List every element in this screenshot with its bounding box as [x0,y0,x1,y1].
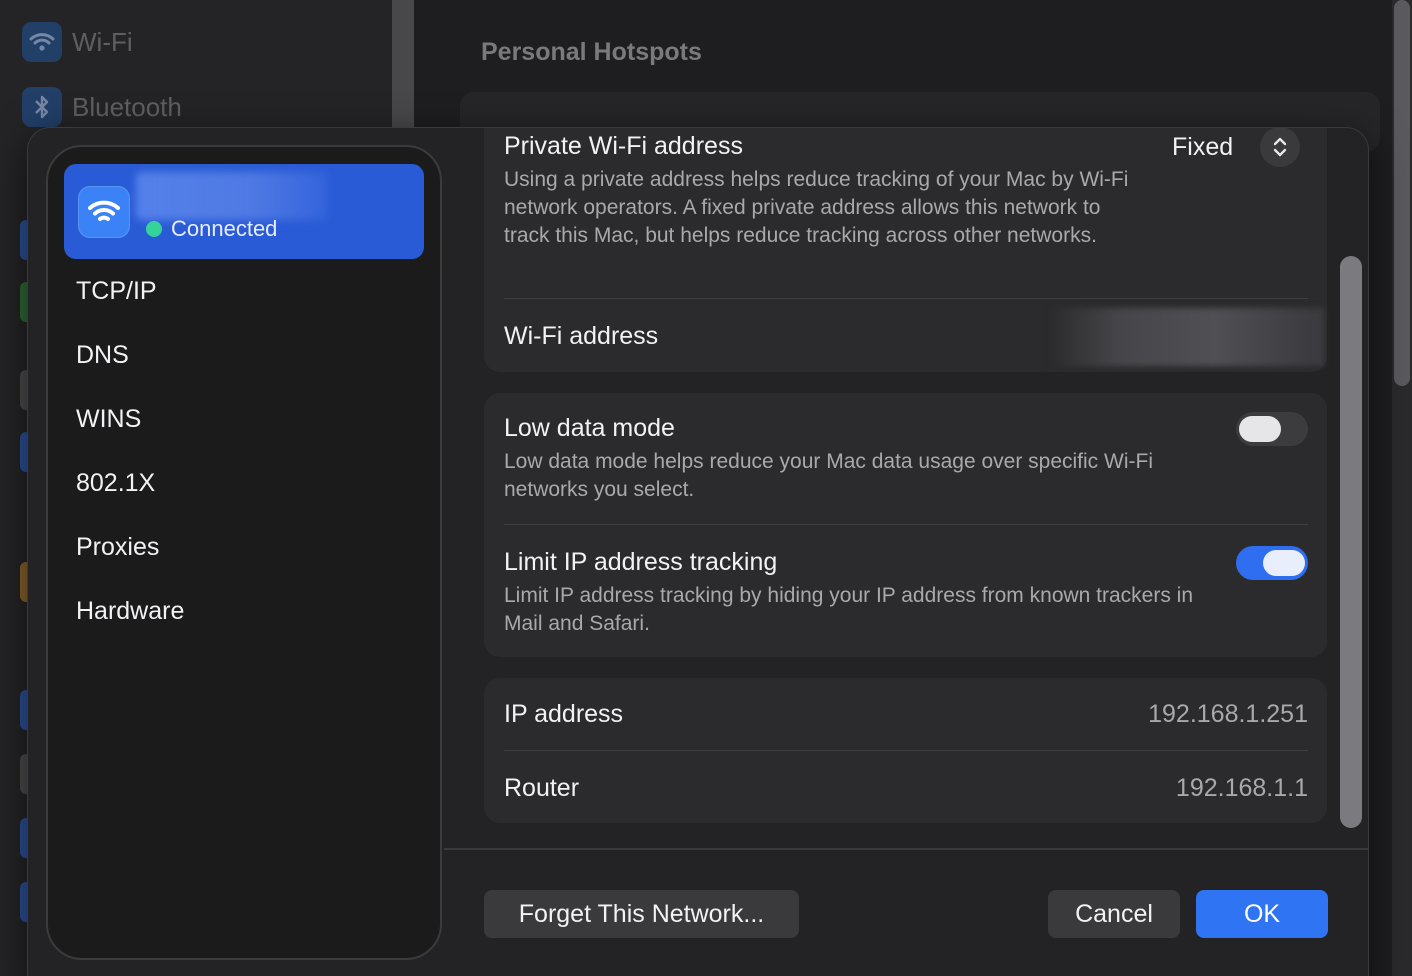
background-scrollbar-thumb [1394,0,1410,386]
toggle-knob [1239,416,1281,442]
limit-ip-tracking-toggle[interactable] [1236,546,1308,580]
low-data-mode-description: Low data mode helps reduce your Mac data… [504,450,1153,501]
background-sidebar-label: Bluetooth [72,91,182,122]
low-data-mode-toggle[interactable] [1236,412,1308,446]
separator [504,298,1308,299]
private-address-description: Using a private address helps reduce tra… [504,168,1129,247]
network-status-label: Connected [171,216,278,241]
ip-address-label: IP address [504,700,624,728]
private-address-value[interactable]: Fixed [1172,133,1233,162]
low-data-mode-title: Low data mode [504,414,675,442]
router-label: Router [504,774,580,802]
cancel-button[interactable]: Cancel [1048,890,1180,938]
scrollbar-thumb[interactable] [1340,256,1362,828]
network-status: Connected [146,216,277,242]
network-name-redacted [136,172,328,220]
sidebar-item-dns[interactable]: DNS [76,341,129,370]
chevron-up-down-icon [1273,137,1287,157]
footer-divider [444,848,1368,850]
sidebar-item-hardware[interactable]: Hardware [76,597,184,626]
bluetooth-icon [22,87,62,127]
ok-button[interactable]: OK [1196,890,1328,938]
sidebar-item-wins[interactable]: WINS [76,405,141,434]
private-address-popup-button[interactable] [1260,127,1300,167]
router-value: 192.168.1.1 [1175,774,1308,802]
background-sidebar-label: Wi-Fi [72,26,133,57]
wifi-icon [78,186,130,238]
limit-ip-tracking-description: Limit IP address tracking by hiding your… [504,584,1194,635]
toggle-knob [1263,550,1305,576]
limit-ip-tracking-title: Limit IP address tracking [504,548,778,576]
background-sidebar-item-wifi: Wi-Fi [22,22,133,62]
status-dot [146,221,162,237]
private-address-title: Private Wi-Fi address [504,132,743,160]
background-sidebar-item-bluetooth: Bluetooth [22,87,182,127]
separator [504,524,1308,525]
background-section-heading: Personal Hotspots [481,38,702,66]
wifi-address-label: Wi-Fi address [504,322,659,350]
sidebar-item-8021x[interactable]: 802.1X [76,469,155,498]
wifi-icon [22,22,62,62]
sidebar-item-tcpip[interactable]: TCP/IP [76,277,157,306]
sidebar-item-proxies[interactable]: Proxies [76,533,159,562]
ip-address-value: 192.168.1.251 [1148,700,1308,728]
separator [504,750,1308,751]
forget-network-button[interactable]: Forget This Network... [484,890,799,938]
wifi-address-value-redacted [1050,308,1324,366]
